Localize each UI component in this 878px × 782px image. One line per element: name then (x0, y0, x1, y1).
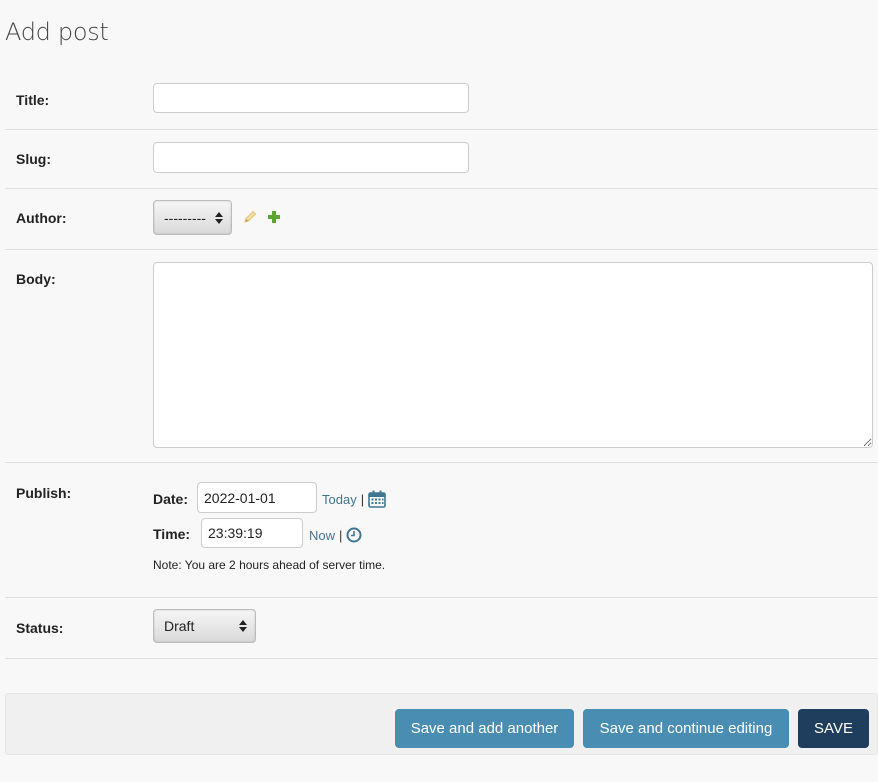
timezone-note: Note: You are 2 hours ahead of server ti… (153, 558, 386, 572)
status-selected-value: Draft (164, 618, 195, 634)
title-row: Title: (5, 68, 878, 130)
title-label: Title: (16, 92, 50, 108)
publish-row: Publish: Date: Today | Time: Now | (5, 462, 878, 598)
status-select[interactable]: Draft (153, 609, 256, 643)
body-row: Body: (5, 249, 878, 463)
time-input[interactable] (201, 518, 303, 548)
slug-label: Slug: (16, 151, 51, 167)
now-link[interactable]: Now (309, 528, 335, 543)
slug-input[interactable] (153, 142, 469, 173)
calendar-icon[interactable] (368, 490, 386, 508)
title-input[interactable] (153, 83, 469, 113)
body-textarea[interactable] (153, 262, 873, 448)
plus-icon[interactable] (267, 210, 281, 224)
author-selected-value: --------- (164, 209, 206, 226)
select-arrows-icon (239, 620, 247, 632)
today-link[interactable]: Today (322, 492, 357, 507)
page-title: Add post (5, 18, 109, 46)
author-row: Author: --------- (5, 188, 878, 250)
date-input[interactable] (197, 482, 317, 513)
status-label: Status: (16, 620, 64, 636)
author-select[interactable]: --------- (153, 200, 232, 235)
date-separator: | (360, 491, 365, 507)
pencil-icon[interactable] (243, 210, 257, 224)
time-separator: | (339, 527, 343, 543)
date-label: Date: (153, 491, 189, 507)
clock-icon[interactable] (346, 527, 362, 543)
author-label: Author: (16, 210, 67, 226)
submit-row: Save and add another Save and continue e… (5, 693, 878, 755)
save-and-continue-button[interactable]: Save and continue editing (583, 709, 789, 748)
publish-label: Publish: (16, 485, 72, 501)
date-shortcuts: Today | (322, 489, 386, 509)
body-label: Body: (16, 271, 56, 287)
status-row: Status: Draft (5, 597, 878, 659)
save-and-add-another-button[interactable]: Save and add another (395, 709, 574, 748)
time-shortcuts: Now | (309, 525, 362, 545)
time-label: Time: (153, 526, 191, 542)
select-arrows-icon (215, 211, 223, 224)
save-button[interactable]: SAVE (798, 709, 869, 748)
slug-row: Slug: (5, 129, 878, 189)
